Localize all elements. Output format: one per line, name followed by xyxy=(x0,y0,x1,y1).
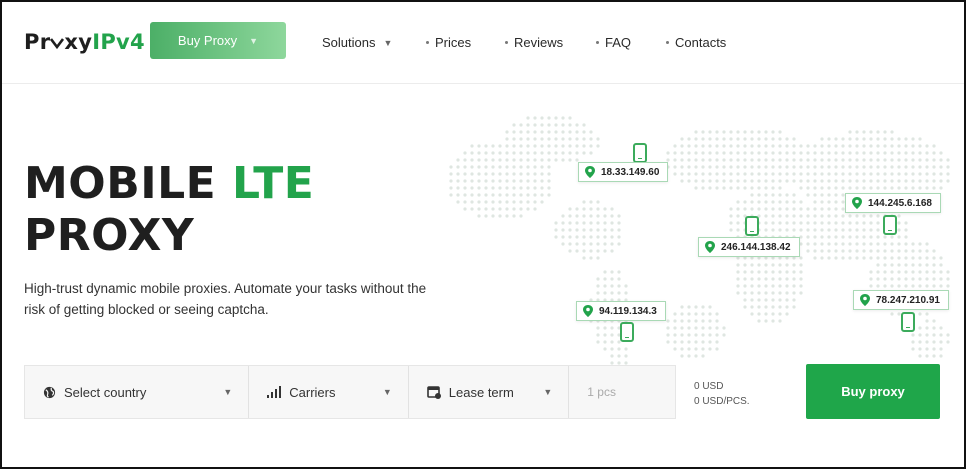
phone-icon xyxy=(633,143,647,163)
phone-icon xyxy=(745,216,759,236)
buy-proxy-label: Buy proxy xyxy=(841,384,905,399)
header: Pr xyIPv4 Buy Proxy ▼ Solutions ▼ Prices … xyxy=(2,2,964,84)
title-proxy: PROXY xyxy=(24,210,195,261)
country-select-label: Select country xyxy=(64,384,147,400)
logo-shield-icon xyxy=(50,38,65,50)
logo-text-accent: IPv4 xyxy=(92,30,145,54)
signal-bars-icon xyxy=(267,386,282,398)
nav-contacts[interactable]: Contacts xyxy=(666,35,726,50)
location-pin-icon xyxy=(860,294,870,306)
location-pin-icon xyxy=(585,166,595,178)
ip-address: 78.247.210.91 xyxy=(876,294,940,306)
location-pin-icon xyxy=(583,305,593,317)
carriers-select-label: Carriers xyxy=(289,384,336,400)
bullet-icon xyxy=(666,41,669,44)
ip-tag: 94.119.134.3 xyxy=(576,301,666,321)
world-map: 18.33.149.60 144.245.6.168 246.144.138.4… xyxy=(440,100,960,375)
location-pin-icon xyxy=(852,197,862,209)
bullet-icon xyxy=(596,41,599,44)
nav-solutions[interactable]: Solutions ▼ xyxy=(322,35,392,50)
ip-address: 246.144.138.42 xyxy=(721,241,791,253)
nav-reviews-label: Reviews xyxy=(514,35,564,50)
logo[interactable]: Pr xyIPv4 xyxy=(24,30,145,54)
ip-tag: 18.33.149.60 xyxy=(578,162,669,182)
title-mobile: MOBILE xyxy=(24,158,217,209)
nav-prices[interactable]: Prices xyxy=(426,35,471,50)
chevron-down-icon: ▼ xyxy=(249,35,259,46)
ip-address: 18.33.149.60 xyxy=(601,166,660,178)
location-pin-icon xyxy=(705,241,715,253)
unit-price: 0 USD/PCS. xyxy=(694,396,750,407)
nav-solutions-label: Solutions xyxy=(322,35,376,50)
bullet-icon xyxy=(426,41,429,44)
logo-text-mid: xy xyxy=(64,30,93,54)
globe-icon xyxy=(43,386,56,398)
ip-tag: 78.247.210.91 xyxy=(853,290,949,310)
lease-term-label: Lease term xyxy=(448,384,514,400)
price-summary: 0 USD 0 USD/PCS. xyxy=(694,379,750,409)
carriers-select[interactable]: Carriers ▼ xyxy=(249,366,409,418)
logo-text-prefix: Pr xyxy=(24,30,51,54)
nav-contacts-label: Contacts xyxy=(675,35,727,50)
nav-faq[interactable]: FAQ xyxy=(596,35,631,50)
nav-prices-label: Prices xyxy=(435,35,472,50)
quantity-input[interactable]: 1 pcs xyxy=(569,366,675,418)
country-select[interactable]: Select country ▼ xyxy=(25,366,250,418)
order-form: Select country ▼ Carriers ▼ Lease term ▼… xyxy=(24,365,676,419)
calendar-icon xyxy=(426,386,441,399)
ip-tag: 246.144.138.42 xyxy=(698,237,800,257)
chevron-down-icon: ▼ xyxy=(382,387,392,397)
ip-address: 144.245.6.168 xyxy=(868,197,932,209)
quantity-placeholder: 1 pcs xyxy=(587,385,616,399)
bullet-icon xyxy=(505,41,508,44)
buy-proxy-header-button[interactable]: Buy Proxy ▼ xyxy=(150,22,286,59)
phone-icon xyxy=(901,312,915,332)
hero-subtitle: High-trust dynamic mobile proxies. Autom… xyxy=(24,281,427,317)
nav-faq-label: FAQ xyxy=(605,35,632,50)
title-lte: LTE xyxy=(232,158,315,209)
ip-tag: 144.245.6.168 xyxy=(845,193,941,213)
nav-reviews[interactable]: Reviews xyxy=(505,35,563,50)
ip-address: 94.119.134.3 xyxy=(599,305,657,317)
total-price: 0 USD xyxy=(694,381,724,392)
page-title: MOBILE LTE PROXY xyxy=(24,158,314,262)
buy-proxy-header-label: Buy Proxy xyxy=(177,33,238,48)
lease-term-select[interactable]: Lease term ▼ xyxy=(409,366,570,418)
chevron-down-icon: ▼ xyxy=(223,387,233,397)
phone-icon xyxy=(883,215,897,235)
chevron-down-icon: ▼ xyxy=(383,37,393,48)
chevron-down-icon: ▼ xyxy=(543,387,553,397)
phone-icon xyxy=(620,322,634,342)
buy-proxy-button[interactable]: Buy proxy xyxy=(806,364,940,419)
